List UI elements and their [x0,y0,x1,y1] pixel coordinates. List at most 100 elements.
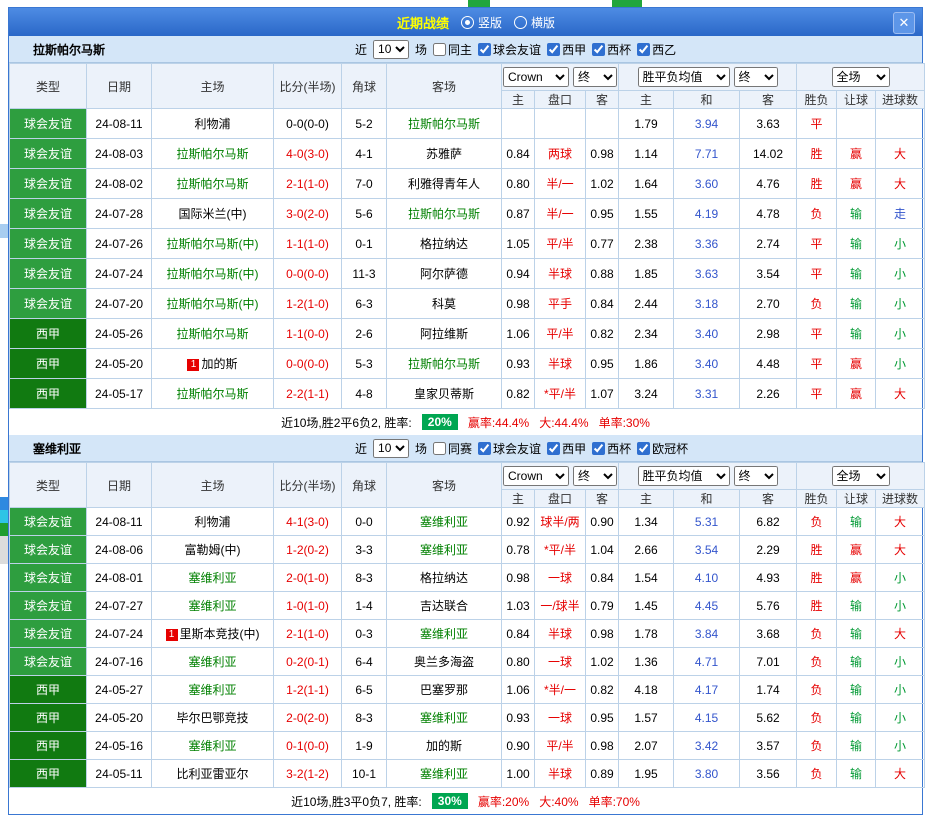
bookmaker-select[interactable]: Crown [503,466,569,486]
match-row: 球会友谊24-08-02拉斯帕尔马斯2-1(1-0)7-0利雅得青年人0.80半… [10,169,925,199]
background-fragment [612,0,642,7]
avg-odds-away: 2.74 [740,229,797,259]
home-team: 利物浦 [152,508,274,536]
section-header-sevilla: 塞维利亚 近 10 场 同赛 球会友谊 西甲 西杯 欧冠杯 [9,435,922,462]
match-date: 24-05-16 [87,732,152,760]
avg-odds-away: 4.48 [740,349,797,379]
match-date: 24-07-27 [87,592,152,620]
result-handicap: 输 [837,259,876,289]
near-label: 近 [355,41,367,58]
match-count-select[interactable]: 10 [373,439,409,458]
match-row: 球会友谊24-07-28国际米兰(中)3-0(2-0)5-6拉斯帕尔马斯0.87… [10,199,925,229]
scope-select[interactable]: 全场 [832,67,890,87]
bookmaker-select[interactable]: Crown [503,67,569,87]
handicap-odds-away: 0.84 [586,289,619,319]
background-fragment [0,224,8,238]
result-goals: 小 [876,259,925,289]
filter-segunda[interactable]: 西乙 [637,41,676,58]
avg-odds-away: 4.93 [740,564,797,592]
handicap-odds-home: 0.84 [502,139,535,169]
match-row: 西甲24-05-20毕尔巴鄂竞技2-0(2-0)8-3塞维利亚0.93一球0.9… [10,704,925,732]
subcolumn-header: 胜负 [797,91,837,109]
result-handicap: 赢 [837,139,876,169]
avg-odds-home: 2.34 [619,319,674,349]
match-type: 球会友谊 [10,199,87,229]
layout-radio-vertical[interactable]: 竖版 [461,14,502,31]
close-icon[interactable]: ✕ [893,12,915,34]
average-odds-header: 胜平负均值 终 [619,64,797,91]
odds-stage-select[interactable]: 终 [573,466,617,486]
handicap-odds-home: 0.94 [502,259,535,289]
match-type: 球会友谊 [10,648,87,676]
away-team: 塞维利亚 [387,620,502,648]
away-team: 格拉纳达 [387,564,502,592]
column-header: 主场 [152,64,274,109]
match-count-select[interactable]: 10 [373,40,409,59]
avg-odds-draw: 4.15 [674,704,740,732]
result-handicap: 输 [837,289,876,319]
filter-friendly[interactable]: 球会友谊 [478,440,541,457]
average-odds-select[interactable]: 胜平负均值 [638,67,730,87]
handicap-odds-home: 1.03 [502,592,535,620]
result-goals: 走 [876,199,925,229]
filter-laliga[interactable]: 西甲 [547,41,586,58]
away-team: 阿拉维斯 [387,319,502,349]
column-header: 类型 [10,64,87,109]
dialog-title: 近期战绩 [397,13,449,32]
filter-copa[interactable]: 西杯 [592,41,631,58]
filter-laliga[interactable]: 西甲 [547,440,586,457]
match-score: 0-2(0-1) [274,648,342,676]
scope-select[interactable]: 全场 [832,466,890,486]
filter-same-home[interactable]: 同主 [433,41,472,58]
handicap-odds-home: 1.06 [502,676,535,704]
match-score: 2-2(1-1) [274,379,342,409]
match-date: 24-05-27 [87,676,152,704]
match-type: 球会友谊 [10,109,87,139]
result-wdl: 平 [797,319,837,349]
result-goals: 大 [876,139,925,169]
radio-label: 横版 [531,14,555,31]
match-date: 24-07-26 [87,229,152,259]
avg-odds-away: 4.76 [740,169,797,199]
filters: 近 10 场 同赛 球会友谊 西甲 西杯 欧冠杯 [355,439,688,458]
near-label: 近 [355,440,367,457]
odds-stage-select[interactable]: 终 [573,67,617,87]
avg-odds-home: 1.86 [619,349,674,379]
subcolumn-header: 进球数 [876,91,925,109]
result-wdl: 胜 [797,139,837,169]
bookmaker-odds-header: Crown 终 [502,64,619,91]
corner-count: 6-4 [342,648,387,676]
filter-friendly[interactable]: 球会友谊 [478,41,541,58]
filter-same-competition[interactable]: 同赛 [433,440,472,457]
radio-label: 竖版 [478,14,502,31]
avg-stage-select[interactable]: 终 [734,466,778,486]
corner-count: 8-3 [342,704,387,732]
filter-champions[interactable]: 欧冠杯 [637,440,688,457]
handicap-line: 一球 [535,648,586,676]
match-score: 2-0(2-0) [274,704,342,732]
column-header: 比分(半场) [274,64,342,109]
background-fragment [0,497,8,510]
home-team: 毕尔巴鄂竞技 [152,704,274,732]
result-handicap: 输 [837,704,876,732]
filter-copa[interactable]: 西杯 [592,440,631,457]
corner-count: 7-0 [342,169,387,199]
avg-odds-draw: 5.31 [674,508,740,536]
summary-stat: 赢率:44.4% [468,414,529,431]
away-team: 格拉纳达 [387,229,502,259]
average-odds-select[interactable]: 胜平负均值 [638,466,730,486]
match-date: 24-08-03 [87,139,152,169]
avg-odds-home: 1.34 [619,508,674,536]
handicap-odds-home: 0.78 [502,536,535,564]
avg-stage-select[interactable]: 终 [734,67,778,87]
layout-radio-horizontal[interactable]: 横版 [514,14,555,31]
match-row: 西甲24-05-201加的斯0-0(0-0)5-3拉斯帕尔马斯0.93半球0.9… [10,349,925,379]
away-team: 苏雅萨 [387,139,502,169]
handicap-odds-home: 0.98 [502,564,535,592]
subcolumn-header: 和 [674,91,740,109]
match-score: 0-0(0-0) [274,109,342,139]
match-date: 24-08-01 [87,564,152,592]
background-fragment [468,0,490,7]
result-wdl: 胜 [797,564,837,592]
match-date: 24-07-16 [87,648,152,676]
